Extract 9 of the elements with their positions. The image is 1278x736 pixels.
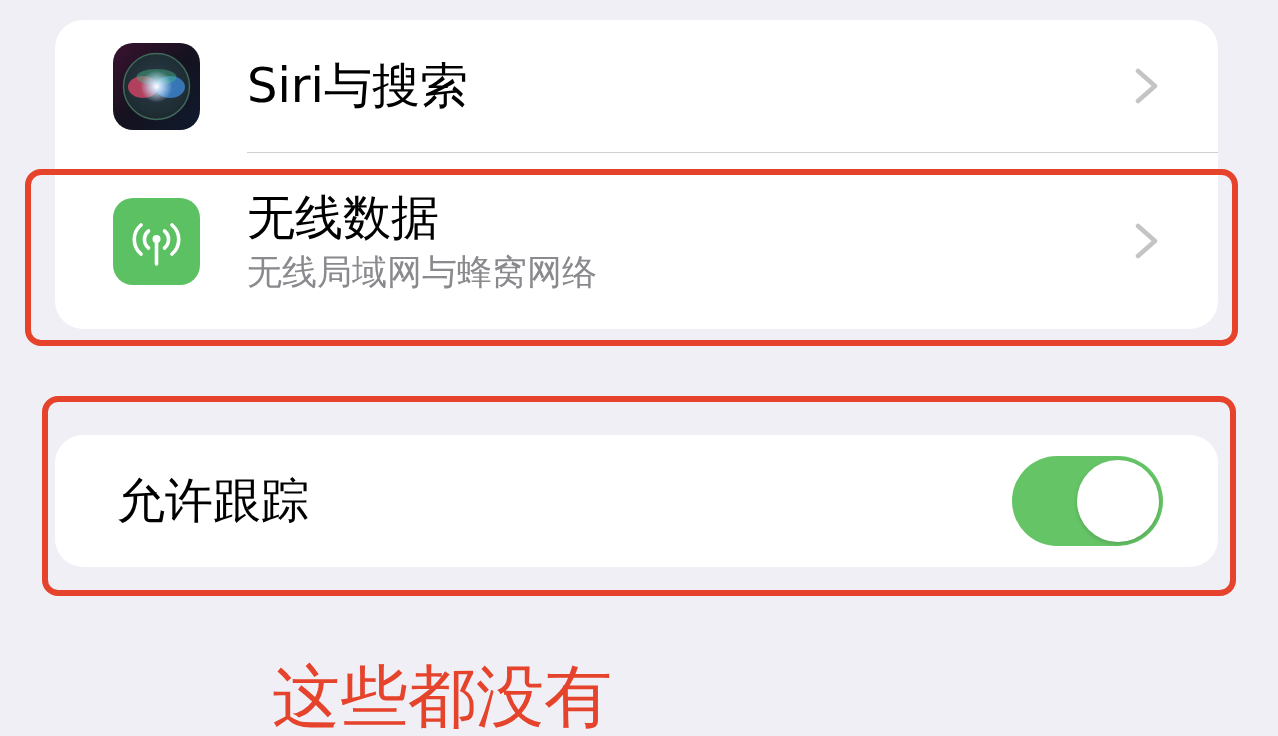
- chevron-icon: [1135, 223, 1158, 259]
- row-title: 允许跟踪: [117, 472, 309, 530]
- orb-icon: [113, 42, 200, 130]
- antenna-icon: [113, 197, 200, 285]
- chevron-icon: [1135, 68, 1158, 104]
- annotation-note: 这些都没有: [272, 661, 612, 733]
- row-title: 无线数据: [247, 189, 439, 247]
- row-subtitle: 无线局域网与蜂窝网络: [247, 250, 597, 293]
- row-title: Siri与搜索: [247, 57, 468, 115]
